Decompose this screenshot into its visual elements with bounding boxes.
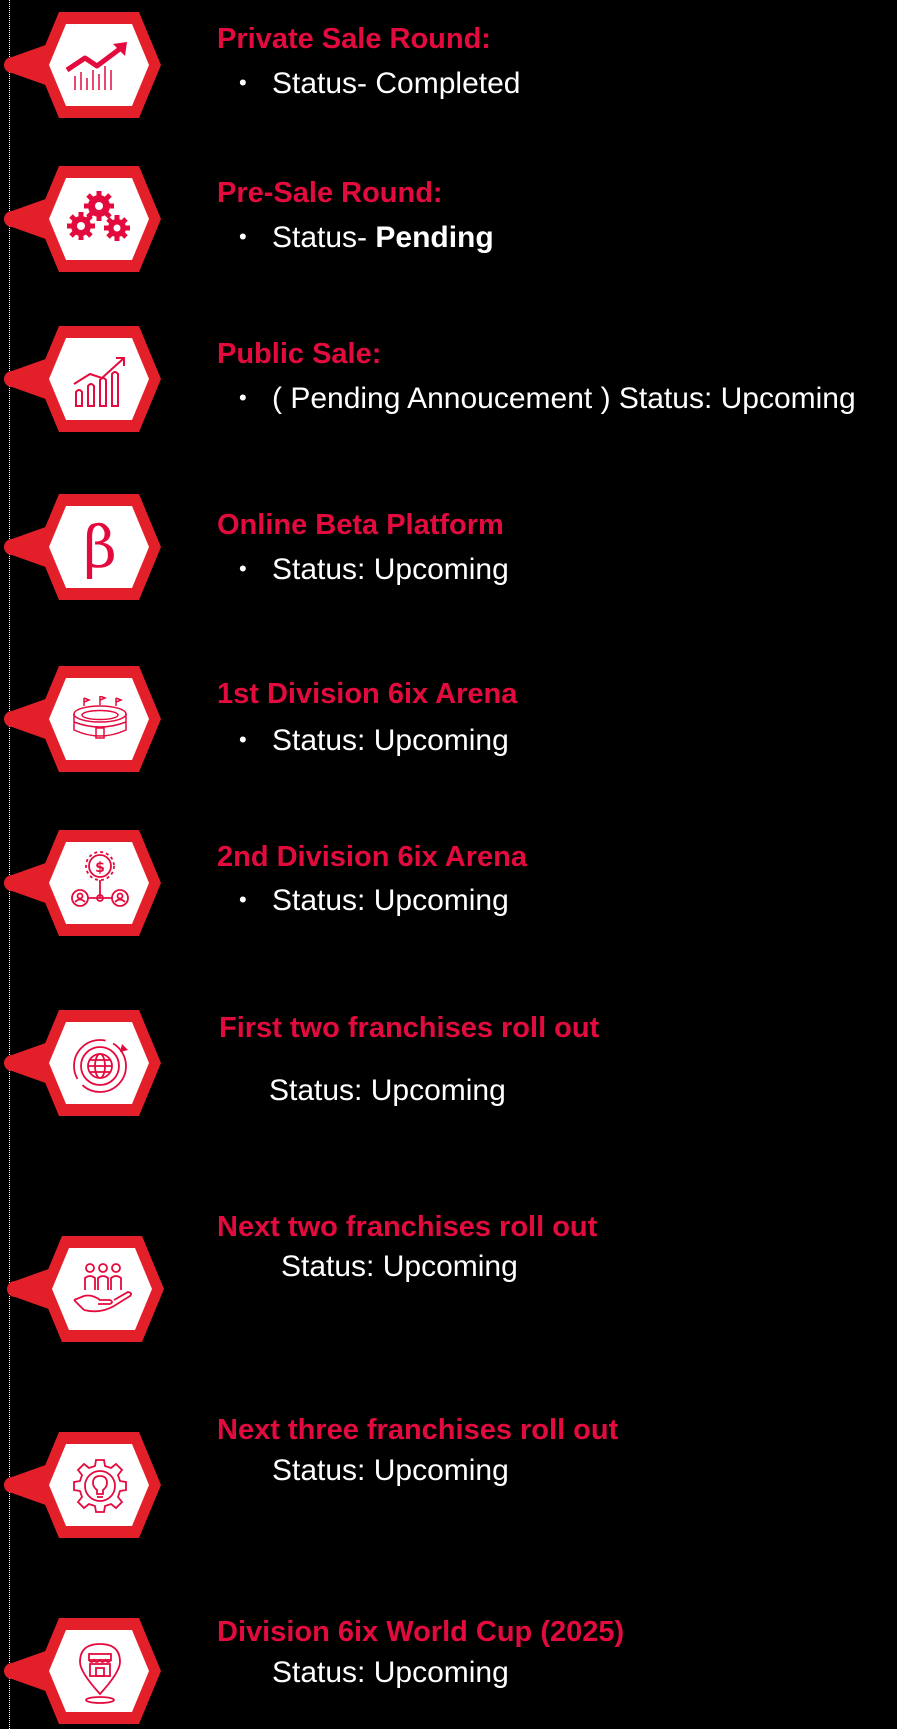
status-value: Pending <box>375 221 494 254</box>
status-value: Upcoming <box>720 382 856 415</box>
milestone-status: • Status: Upcoming <box>239 553 509 587</box>
status-prefix: Status: <box>281 1250 383 1283</box>
status-value: Completed <box>375 67 521 100</box>
money-network-icon: $ <box>68 850 132 916</box>
milestone-title: Next two franchises roll out <box>217 1211 598 1243</box>
status-value: Upcoming <box>373 1454 509 1487</box>
status-prefix: Status: <box>272 1454 374 1487</box>
milestone-status: • ( Pending Annoucement ) Status: Upcomin… <box>239 382 856 416</box>
milestone-status: • Status- Completed <box>239 67 520 101</box>
status-prefix: Status: <box>269 1074 371 1107</box>
milestone-title: Private Sale Round: <box>217 23 491 55</box>
milestone-status: Status: Upcoming <box>272 1454 509 1488</box>
milestone-title: Next three franchises roll out <box>217 1414 619 1446</box>
status-value: Upcoming <box>373 553 509 586</box>
bullet: • <box>239 70 247 95</box>
milestone-status: • Status: Upcoming <box>239 724 509 758</box>
status-value: Upcoming <box>373 884 509 917</box>
milestone-title: Division 6ix World Cup (2025) <box>217 1616 625 1648</box>
milestone-status: Status: Upcoming <box>272 1656 509 1690</box>
status-value: Upcoming <box>373 1656 509 1689</box>
bullet: • <box>239 556 247 581</box>
milestone-title: 1st Division 6ix Arena <box>217 678 518 710</box>
status-prefix: Status- <box>272 67 376 100</box>
stadium-icon <box>70 695 130 744</box>
milestone-status: Status: Upcoming <box>281 1250 518 1284</box>
bullet: • <box>239 385 247 410</box>
people-hand-icon <box>70 1260 136 1320</box>
bullet: • <box>239 224 247 249</box>
bullet: • <box>239 727 247 752</box>
svg-text:$: $ <box>95 860 105 876</box>
trending-up-chart-icon <box>63 40 131 94</box>
milestone-title: Public Sale: <box>217 338 382 370</box>
milestone-title: 2nd Division 6ix Arena <box>217 841 527 873</box>
status-prefix: Status: <box>272 884 374 917</box>
status-value: Upcoming <box>382 1250 518 1283</box>
milestone-status: Status: Upcoming <box>269 1074 506 1108</box>
status-prefix: Status- <box>272 221 376 254</box>
milestone-title: Pre-Sale Round: <box>217 177 443 209</box>
gears-icon <box>65 190 131 246</box>
status-prefix: Status: <box>272 724 374 757</box>
bullet: • <box>239 887 247 912</box>
status-prefix: Status: <box>272 1656 374 1689</box>
status-value: Upcoming <box>370 1074 506 1107</box>
milestone-status: • Status- Pending <box>239 221 494 255</box>
status-value: Upcoming <box>373 724 509 757</box>
status-prefix: Status: <box>272 553 374 586</box>
status-prefix: ( Pending Annoucement ) Status: <box>272 382 721 415</box>
gear-bulb-icon <box>70 1456 130 1516</box>
milestone-title: First two franchises roll out <box>219 1012 600 1044</box>
beta-icon: β <box>83 513 117 581</box>
globe-icon <box>70 1036 130 1096</box>
growth-bars-icon <box>70 348 132 410</box>
store-location-icon <box>72 1640 128 1704</box>
milestone-title: Online Beta Platform <box>217 509 504 541</box>
milestone-status: • Status: Upcoming <box>239 884 509 918</box>
